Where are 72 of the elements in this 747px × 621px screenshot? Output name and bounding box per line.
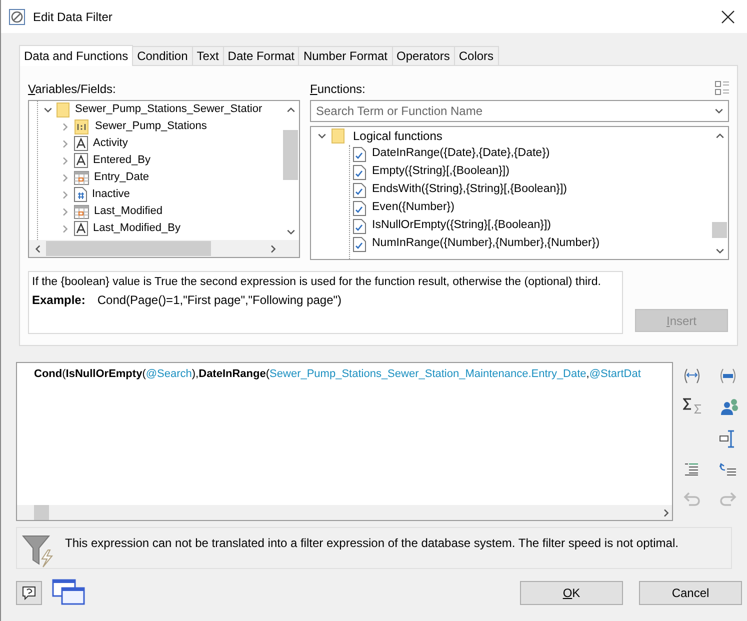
undo-indent-icon[interactable] — [719, 462, 737, 478]
function-document-icon — [353, 200, 366, 216]
tree-item[interactable]: Entry_Date — [94, 169, 150, 186]
example-text: Cond(Page()=1,"First page","Following page") — [97, 292, 342, 310]
variables-label: Variables/Fields: — [28, 81, 117, 98]
expression-text: Cond(IsNullOrEmpty(@Search),DateInRange(Sewer_Pump_Stations_Sewer_Station_Maintenance.Entry_Date,@StartDat — [34, 368, 641, 380]
functions-label: Functions: — [310, 81, 366, 98]
scroll-left-icon[interactable] — [32, 244, 42, 254]
calendar-icon — [74, 204, 89, 218]
scrollbar-thumb[interactable] — [46, 241, 211, 256]
tab[interactable]: Operators — [392, 46, 455, 65]
tree-item[interactable]: Last_Modified — [94, 203, 162, 220]
tree-item[interactable]: Empty({String}[,{Boolean}]) — [372, 163, 510, 181]
tab[interactable]: Number Format — [299, 46, 392, 65]
function-document-icon — [353, 146, 366, 162]
window-title: Edit Data Filter — [33, 8, 114, 26]
function-document-icon — [353, 236, 366, 252]
brackets-icon[interactable] — [719, 368, 737, 384]
text-field-icon — [74, 221, 88, 236]
dropdown-caret-icon[interactable] — [714, 106, 724, 116]
tree-item[interactable]: DateInRange({Date},{Date},{Date}) — [372, 145, 550, 163]
tree-item[interactable]: IsNullOrEmpty({String}[,{Boolean}]) — [372, 217, 551, 235]
tree-item[interactable]: Entered_By — [93, 152, 150, 169]
windows-icon[interactable] — [52, 579, 86, 607]
table-relation-icon — [74, 118, 90, 134]
tab[interactable]: Data and Functions — [19, 45, 134, 66]
tab[interactable]: Text — [192, 46, 224, 65]
cancel-button[interactable]: Cancel — [639, 581, 742, 605]
tree-item[interactable]: Logical functions — [353, 127, 442, 145]
scrollbar-thumb[interactable] — [712, 222, 727, 238]
ok-button[interactable]: OK — [520, 581, 623, 605]
tree-item[interactable]: Activity — [93, 135, 128, 152]
app-icon — [9, 8, 25, 24]
number-document-icon — [74, 187, 87, 202]
parentheses-icon[interactable] — [683, 368, 701, 384]
example-label: Example: — [32, 292, 86, 310]
help-button[interactable] — [16, 581, 42, 605]
function-document-icon — [353, 182, 366, 198]
scrollbar-thumb[interactable] — [283, 130, 298, 180]
users-icon[interactable] — [719, 398, 739, 416]
calendar-icon — [74, 170, 89, 184]
tree-item[interactable]: EndsWith({String},{String}[,{Boolean}]) — [372, 181, 567, 199]
warning-text: This expression can not be translated into a filter expression of the database system. The filter speed is not optimal. — [65, 535, 678, 552]
tree-item[interactable]: Even({Number}) — [372, 199, 454, 217]
tab[interactable]: Date Format — [224, 46, 300, 65]
search-field[interactable]: Search Term or Function Name — [310, 100, 729, 122]
close-icon[interactable] — [721, 10, 735, 24]
sigma-icon[interactable] — [683, 398, 703, 414]
expander-icon[interactable] — [317, 131, 327, 141]
tree-item[interactable]: Last_Modified_By — [93, 220, 180, 237]
tree-item[interactable]: Sewer_Pump_Stations — [95, 118, 207, 135]
scrollbar-thumb[interactable] — [34, 505, 49, 520]
tree-item[interactable]: NumInRange({Number},{Number},{Number}) — [372, 235, 600, 253]
help-icon — [22, 586, 36, 600]
function-document-icon — [353, 164, 366, 180]
scroll-up-icon[interactable] — [714, 130, 724, 140]
tab[interactable]: Colors — [454, 46, 499, 65]
folder-icon — [56, 102, 70, 118]
tree-item[interactable]: Sewer_Pump_Stations_Sewer_Statior — [75, 101, 262, 118]
folder-icon — [331, 128, 345, 144]
text-field-icon — [74, 136, 88, 151]
description-text: If the {boolean} value is True the second expression is used for the function result, otherwise the (optional) third. — [32, 275, 602, 290]
scroll-up-icon[interactable] — [286, 104, 296, 114]
tab[interactable]: Condition — [133, 46, 193, 65]
function-document-icon — [353, 218, 366, 234]
scroll-right-icon[interactable] — [268, 244, 278, 254]
tree-item[interactable]: Inactive — [92, 186, 130, 203]
indent-icon[interactable] — [683, 462, 699, 476]
text-cursor-icon[interactable] — [719, 430, 735, 448]
tree-view-icon[interactable] — [715, 80, 729, 96]
expression-editor[interactable]: Cond(IsNullOrEmpty(@Search),DateInRange(Sewer_Pump_Stations_Sewer_Station_Maintenance.Entry_Date,@StartDat — [16, 362, 673, 521]
text-field-icon — [74, 153, 88, 168]
